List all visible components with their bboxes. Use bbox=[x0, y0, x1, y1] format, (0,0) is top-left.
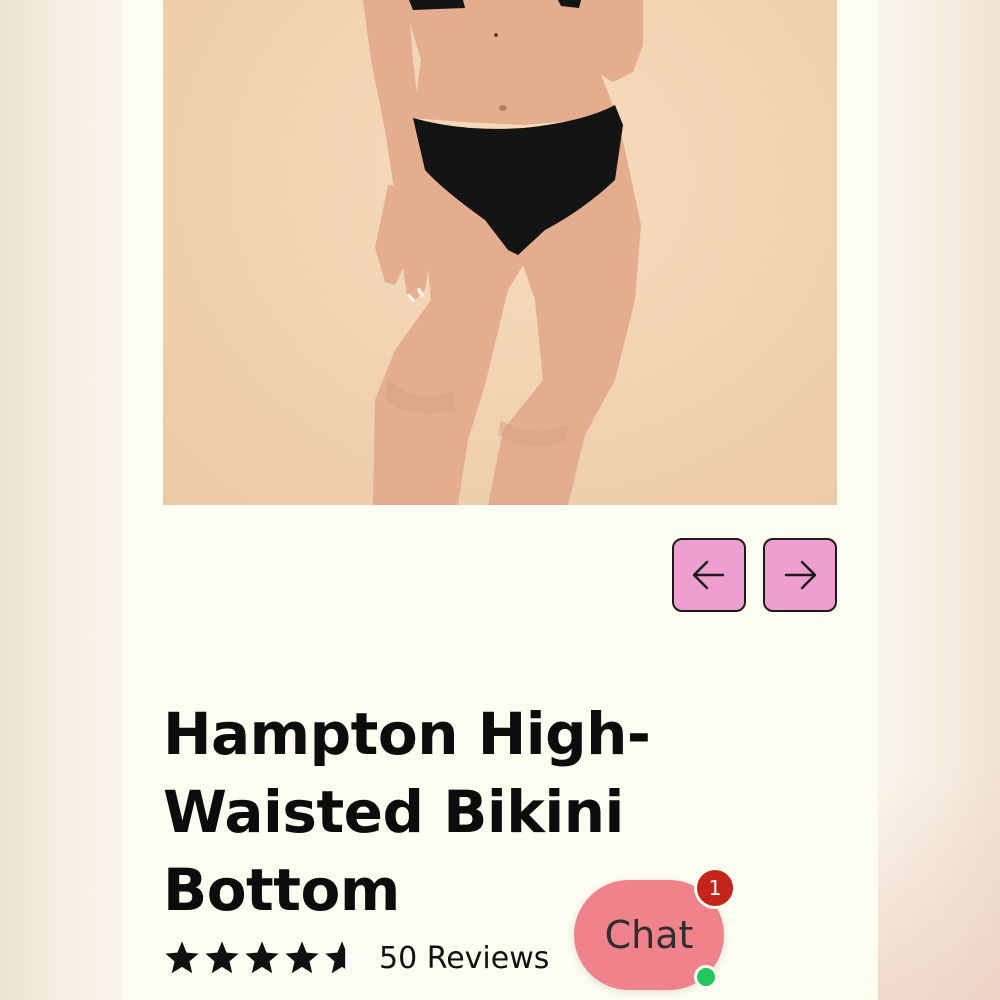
star-full-icon bbox=[205, 941, 239, 974]
product-rating[interactable]: 50 Reviews bbox=[163, 936, 549, 980]
arrow-left-icon bbox=[692, 560, 725, 590]
previous-image-button[interactable] bbox=[672, 538, 746, 612]
star-full-icon bbox=[245, 941, 279, 974]
next-image-button[interactable] bbox=[763, 538, 837, 612]
chat-label: Chat bbox=[604, 913, 694, 957]
star-full-icon bbox=[285, 941, 319, 974]
background-blur-right bbox=[878, 0, 1000, 1000]
model-photo bbox=[363, 0, 643, 505]
star-half-icon bbox=[324, 940, 360, 975]
arrow-right-icon bbox=[784, 560, 817, 590]
reviews-count-link[interactable]: 50 Reviews bbox=[379, 941, 549, 976]
star-full-icon bbox=[165, 941, 199, 974]
product-page: Hampton High-Waisted Bikini Bottom 50 Re… bbox=[123, 0, 878, 1000]
chat-notification-badge: 1 bbox=[694, 867, 736, 909]
online-status-dot bbox=[694, 965, 718, 989]
background-blur-left bbox=[0, 0, 123, 1000]
rating-stars bbox=[163, 939, 361, 977]
product-image[interactable] bbox=[163, 0, 837, 505]
